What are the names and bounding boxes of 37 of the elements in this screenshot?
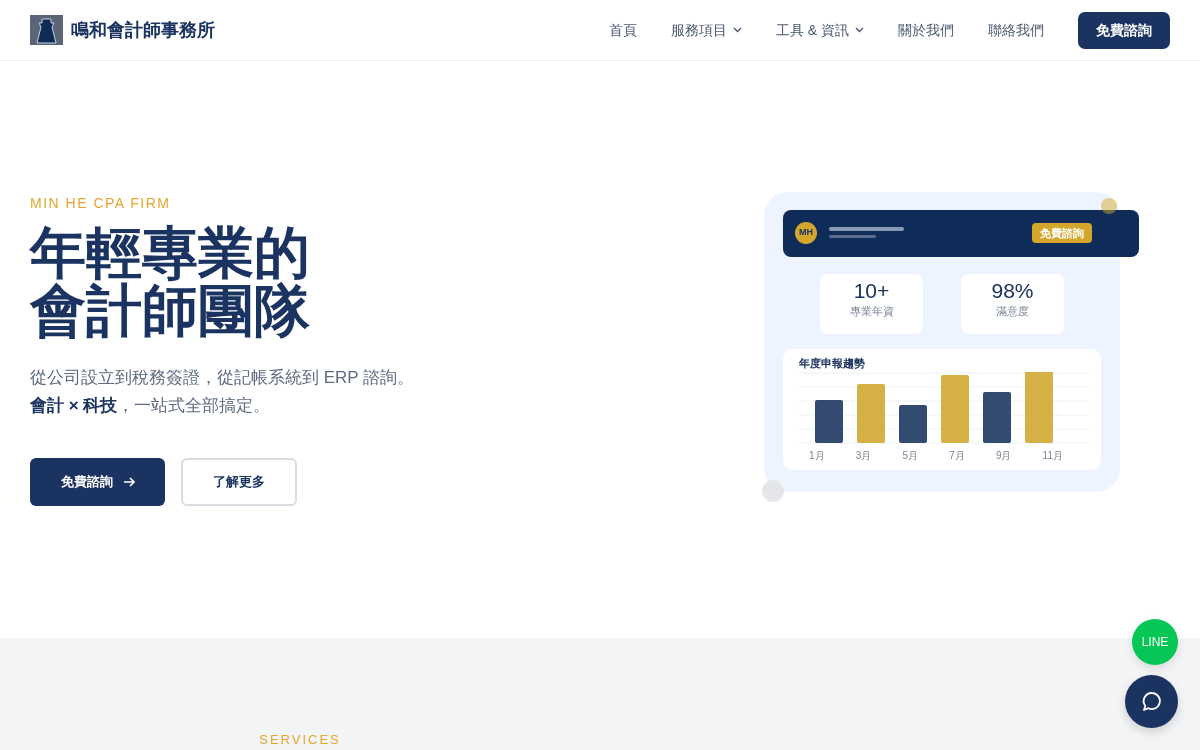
hero-lead-line: 會計 × 科技，一站式全部搞定。	[30, 394, 272, 417]
section-eyebrow: SERVICES	[259, 731, 341, 749]
hero-eyebrow: MIN HE CPA FIRM	[30, 194, 172, 214]
chat-bubble-icon	[1140, 690, 1163, 713]
chart-bar	[941, 374, 969, 443]
brand-name[interactable]: 鳴和會計師事務所	[71, 16, 215, 44]
stat-value: 98%	[990, 277, 1035, 303]
nav-dropdown[interactable]: 服務項目	[670, 19, 742, 41]
axis-label: 5月	[902, 449, 918, 461]
free-consult-button[interactable]: 免費諮詢	[30, 457, 165, 506]
stat-label: 滿意度	[995, 303, 1030, 319]
chart-bar	[857, 383, 885, 443]
chart-title: 年度申報趨勢	[799, 356, 866, 370]
nav-link[interactable]: 首頁	[608, 19, 637, 41]
nav-dropdown[interactable]: 工具 & 資訊	[775, 19, 864, 41]
stat-label: 專業年資	[848, 303, 895, 319]
logo-icon	[30, 15, 63, 45]
chart-bar	[983, 391, 1011, 443]
decorative-dot	[762, 479, 784, 502]
learn-more-button[interactable]: 了解更多	[181, 457, 297, 506]
nav-link[interactable]: 關於我們	[898, 19, 954, 41]
hero-title: 年輕專業的 會計師團隊	[30, 224, 311, 340]
hero-lead-line: 從公司設立到稅務簽證，從記帳系統到 ERP 諮詢。	[30, 366, 415, 389]
nav-link[interactable]: 聯絡我們	[988, 19, 1044, 41]
axis-label: 7月	[949, 449, 965, 461]
axis-label: 1月	[809, 449, 825, 461]
consult-button[interactable]: 免費諮詢	[1078, 11, 1170, 49]
axis-label: 3月	[855, 449, 872, 461]
chart-bar	[1025, 371, 1053, 443]
stat-value: 10+	[852, 277, 891, 303]
avatar: MH	[795, 222, 817, 244]
chart-bar	[815, 399, 843, 443]
decorative-dot	[1101, 197, 1117, 214]
chart-bar	[899, 404, 927, 443]
axis-label: 9月	[995, 449, 1012, 461]
arrow-right-icon	[122, 476, 135, 487]
axis-label: 11月	[1042, 449, 1063, 461]
